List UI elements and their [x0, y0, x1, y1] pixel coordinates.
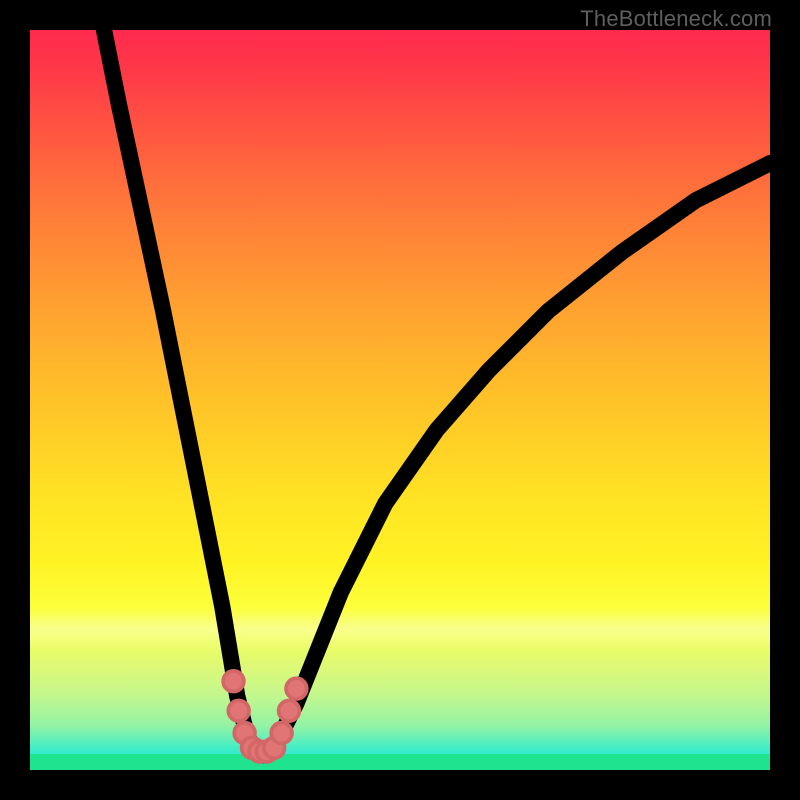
bottleneck-curve-svg [30, 30, 770, 770]
curve-marker [228, 700, 249, 721]
curve-marker [286, 678, 307, 699]
curve-marker [223, 671, 244, 692]
bottleneck-curve-path [104, 30, 770, 755]
curve-markers [223, 671, 307, 762]
curve-marker [279, 700, 300, 721]
plot-area [30, 30, 770, 770]
watermark-text: TheBottleneck.com [580, 6, 772, 32]
chart-stage: TheBottleneck.com [0, 0, 800, 800]
curve-marker [271, 723, 292, 744]
